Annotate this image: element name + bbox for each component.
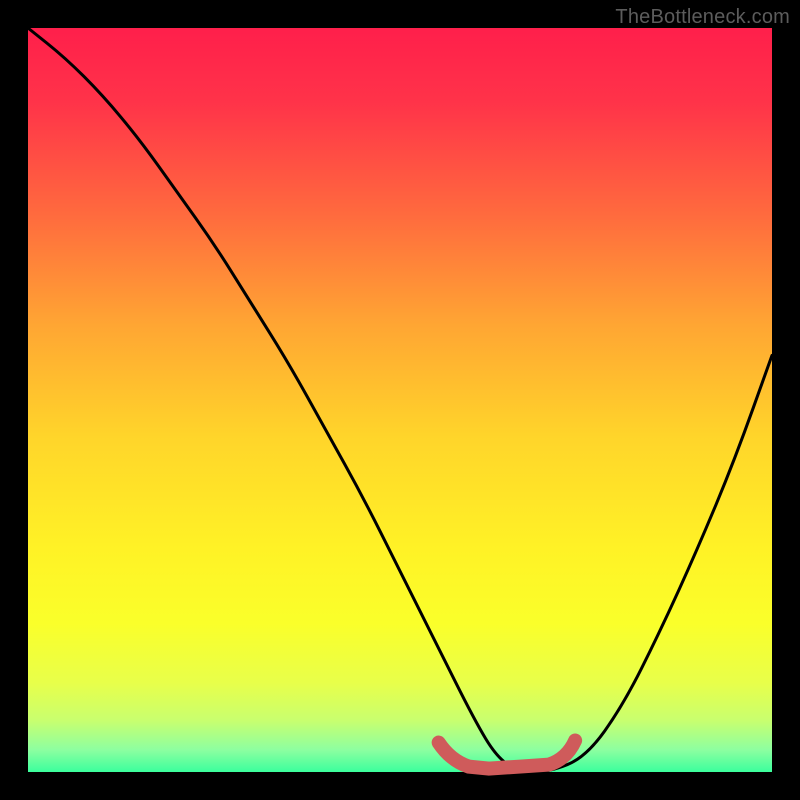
- bottleneck-chart: [0, 0, 800, 800]
- chart-frame: TheBottleneck.com: [0, 0, 800, 800]
- watermark-text: TheBottleneck.com: [615, 6, 790, 29]
